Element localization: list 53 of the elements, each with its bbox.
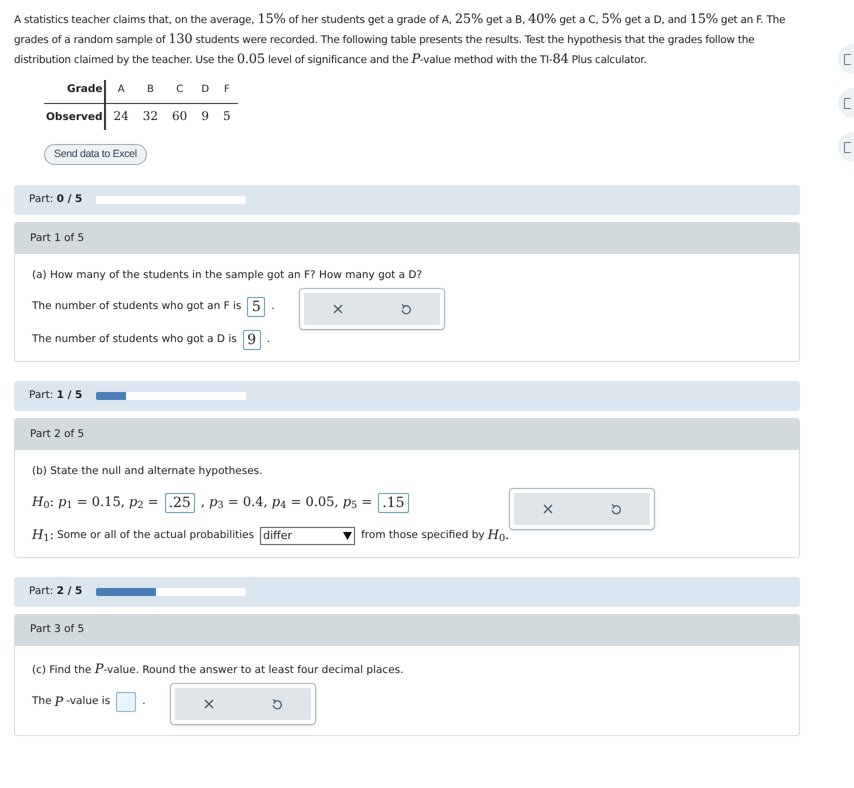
math-text: H$_{1}$: [32, 527, 54, 546]
table-cell: C [165, 80, 194, 104]
clear-icon[interactable] [332, 304, 343, 314]
table-cell-text: 9 [200, 108, 210, 125]
line-text: Some or all of the actual probabilities [56, 528, 254, 543]
table-cell-text: 24 [112, 108, 130, 125]
undo-icon[interactable] [611, 502, 622, 515]
send-to-excel-button[interactable]: Send data to Excel [44, 144, 147, 166]
part-title: Part 1 of 5 [15, 223, 799, 254]
line-text: . [142, 694, 146, 710]
part-title: Part 3 of 5 [15, 614, 799, 646]
document-icon [844, 98, 851, 108]
dropdown[interactable]: differ [260, 526, 356, 545]
part-title: Part 2 of 5 [15, 419, 799, 450]
table-cell-text: 60 [171, 108, 188, 125]
progress-label: Part: 0 / 5 [29, 192, 82, 208]
undo-icon[interactable] [400, 303, 411, 315]
document-icon [844, 54, 851, 64]
question-text: (b) State the null and alternate hypotheses. [32, 464, 264, 479]
clear-icon[interactable] [543, 504, 554, 514]
question-text: (c) Find the P-value. Round the answer to at least four decimal places. [32, 660, 404, 679]
table-cell-text: 32 [142, 108, 160, 125]
answer-field[interactable]: 9 [242, 330, 261, 350]
table-cell: D [194, 80, 216, 104]
answer-field[interactable] [116, 692, 136, 712]
line-text: -value is [66, 694, 110, 710]
document-icon [844, 142, 851, 152]
problem-text: A statistics teacher claims that, on the average, 15% of her students get a grade of A, 25% get a B, 40% get a C, 5% get a D, and 15% get an F. The grades of a random sample of 130 students were recorded. The following table presents the results. Test the hypothesis that the grades follow the distribution claimed by the teacher. Use the 0.05 level of significance and the P-value method with the TI-84 Plus calculator. [14, 11, 786, 69]
answer-field[interactable]: 5 [247, 297, 266, 317]
line-text: . [266, 332, 270, 348]
line-text: from those specified by [361, 528, 485, 543]
row-header: Observed [44, 104, 106, 130]
clear-icon[interactable] [204, 699, 214, 710]
line-text: The number of students who got an F is [32, 299, 242, 314]
answer-field[interactable]: .25 [164, 492, 195, 513]
math-text: , p$_{3}$ = 0.4, p$_{4}$ = 0.05, p$_{5}$ = [200, 494, 372, 512]
progress-label: Part: 2 / 5 [29, 584, 82, 599]
answer-field[interactable]: .15 [378, 492, 409, 513]
row-header: Grade [44, 80, 106, 104]
progress-label: Part: 1 / 5 [29, 388, 82, 404]
math-text: H$_{0}$: p$_{1}$ = 0.15, p$_{2}$ = [32, 494, 159, 512]
line-text: The [32, 694, 52, 710]
table-cell-text: 5 [222, 108, 232, 125]
line-text: The number of students who got a D is [32, 332, 237, 348]
table-cell: A [106, 80, 136, 104]
caret-icon[interactable] [343, 532, 352, 540]
table-cell: F [216, 80, 238, 104]
table-cell: B [136, 80, 166, 104]
undo-icon[interactable] [272, 698, 282, 710]
line-text: . [271, 299, 275, 314]
question-text: (a) How many of the students in the sample got an F? How many got a D? [32, 268, 424, 284]
math-text: P [54, 694, 64, 712]
math-text: H$_{0}$. [488, 527, 510, 546]
